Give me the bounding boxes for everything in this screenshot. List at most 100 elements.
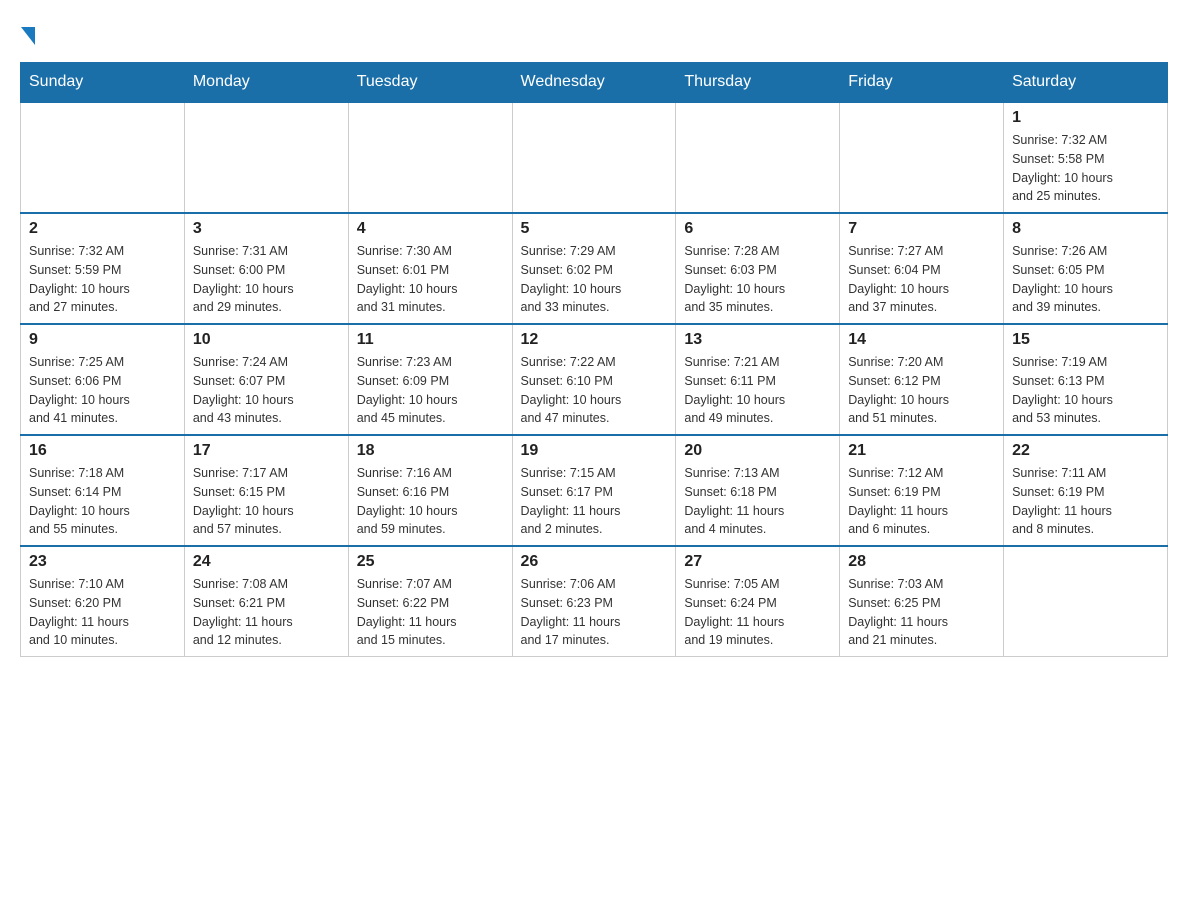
day-info: Sunrise: 7:05 AM Sunset: 6:24 PM Dayligh… (684, 575, 831, 650)
logo (20, 20, 36, 52)
day-number: 21 (848, 442, 995, 460)
day-number: 15 (1012, 331, 1159, 349)
day-info: Sunrise: 7:11 AM Sunset: 6:19 PM Dayligh… (1012, 464, 1159, 539)
calendar-day-cell: 17 Sunrise: 7:17 AM Sunset: 6:15 PM Dayli… (184, 435, 348, 546)
day-info: Sunrise: 7:12 AM Sunset: 6:19 PM Dayligh… (848, 464, 995, 539)
calendar-day-cell: 27 Sunrise: 7:05 AM Sunset: 6:24 PM Dayli… (676, 546, 840, 657)
day-info: Sunrise: 7:28 AM Sunset: 6:03 PM Dayligh… (684, 242, 831, 317)
calendar-day-cell: 25 Sunrise: 7:07 AM Sunset: 6:22 PM Dayli… (348, 546, 512, 657)
day-number: 27 (684, 553, 831, 571)
day-info: Sunrise: 7:07 AM Sunset: 6:22 PM Dayligh… (357, 575, 504, 650)
day-info: Sunrise: 7:22 AM Sunset: 6:10 PM Dayligh… (521, 353, 668, 428)
calendar-day-cell (348, 102, 512, 213)
calendar-day-cell: 7Sunrise: 7:27 AM Sunset: 6:04 PM Daylig… (840, 213, 1004, 324)
column-header-thursday: Thursday (676, 63, 840, 103)
calendar-day-cell: 23 Sunrise: 7:10 AM Sunset: 6:20 PM Dayli… (21, 546, 185, 657)
day-info: Sunrise: 7:32 AM Sunset: 5:59 PM Dayligh… (29, 242, 176, 317)
calendar-day-cell: 28 Sunrise: 7:03 AM Sunset: 6:25 PM Dayli… (840, 546, 1004, 657)
calendar-day-cell: 22 Sunrise: 7:11 AM Sunset: 6:19 PM Dayli… (1004, 435, 1168, 546)
day-number: 13 (684, 331, 831, 349)
day-info: Sunrise: 7:24 AM Sunset: 6:07 PM Dayligh… (193, 353, 340, 428)
calendar-day-cell: 8 Sunrise: 7:26 AM Sunset: 6:05 PM Daylig… (1004, 213, 1168, 324)
calendar-day-cell: 26 Sunrise: 7:06 AM Sunset: 6:23 PM Dayli… (512, 546, 676, 657)
day-number: 5 (521, 220, 668, 238)
day-number: 16 (29, 442, 176, 460)
calendar-day-cell: 24 Sunrise: 7:08 AM Sunset: 6:21 PM Dayli… (184, 546, 348, 657)
calendar-day-cell: 10 Sunrise: 7:24 AM Sunset: 6:07 PM Dayli… (184, 324, 348, 435)
calendar-day-cell: 2 Sunrise: 7:32 AM Sunset: 5:59 PM Daylig… (21, 213, 185, 324)
calendar-day-cell: 6 Sunrise: 7:28 AM Sunset: 6:03 PM Daylig… (676, 213, 840, 324)
day-number: 18 (357, 442, 504, 460)
day-info: Sunrise: 7:16 AM Sunset: 6:16 PM Dayligh… (357, 464, 504, 539)
column-header-saturday: Saturday (1004, 63, 1168, 103)
calendar-day-cell: 3 Sunrise: 7:31 AM Sunset: 6:00 PM Daylig… (184, 213, 348, 324)
day-info: Sunrise: 7:18 AM Sunset: 6:14 PM Dayligh… (29, 464, 176, 539)
day-number: 26 (521, 553, 668, 571)
calendar-week-row: 23 Sunrise: 7:10 AM Sunset: 6:20 PM Dayli… (21, 546, 1168, 657)
day-number: 14 (848, 331, 995, 349)
day-number: 28 (848, 553, 995, 571)
calendar-week-row: 1 Sunrise: 7:32 AM Sunset: 5:58 PM Daylig… (21, 102, 1168, 213)
day-info: Sunrise: 7:08 AM Sunset: 6:21 PM Dayligh… (193, 575, 340, 650)
page-header (20, 20, 1168, 52)
calendar-table: SundayMondayTuesdayWednesdayThursdayFrid… (20, 62, 1168, 657)
day-number: 4 (357, 220, 504, 238)
day-info: Sunrise: 7:06 AM Sunset: 6:23 PM Dayligh… (521, 575, 668, 650)
calendar-day-cell (184, 102, 348, 213)
day-number: 24 (193, 553, 340, 571)
day-number: 8 (1012, 220, 1159, 238)
calendar-day-cell: 4 Sunrise: 7:30 AM Sunset: 6:01 PM Daylig… (348, 213, 512, 324)
calendar-week-row: 16 Sunrise: 7:18 AM Sunset: 6:14 PM Dayli… (21, 435, 1168, 546)
column-header-monday: Monday (184, 63, 348, 103)
day-number: 20 (684, 442, 831, 460)
day-info: Sunrise: 7:21 AM Sunset: 6:11 PM Dayligh… (684, 353, 831, 428)
day-number: 12 (521, 331, 668, 349)
day-number: 3 (193, 220, 340, 238)
day-info: Sunrise: 7:31 AM Sunset: 6:00 PM Dayligh… (193, 242, 340, 317)
day-info: Sunrise: 7:13 AM Sunset: 6:18 PM Dayligh… (684, 464, 831, 539)
day-info: Sunrise: 7:26 AM Sunset: 6:05 PM Dayligh… (1012, 242, 1159, 317)
day-number: 7 (848, 220, 995, 238)
calendar-day-cell (1004, 546, 1168, 657)
day-info: Sunrise: 7:23 AM Sunset: 6:09 PM Dayligh… (357, 353, 504, 428)
calendar-day-cell (21, 102, 185, 213)
day-info: Sunrise: 7:17 AM Sunset: 6:15 PM Dayligh… (193, 464, 340, 539)
day-info: Sunrise: 7:10 AM Sunset: 6:20 PM Dayligh… (29, 575, 176, 650)
calendar-day-cell (840, 102, 1004, 213)
column-header-wednesday: Wednesday (512, 63, 676, 103)
calendar-day-cell: 20 Sunrise: 7:13 AM Sunset: 6:18 PM Dayli… (676, 435, 840, 546)
calendar-day-cell: 18 Sunrise: 7:16 AM Sunset: 6:16 PM Dayli… (348, 435, 512, 546)
day-number: 17 (193, 442, 340, 460)
day-number: 2 (29, 220, 176, 238)
day-number: 23 (29, 553, 176, 571)
column-header-tuesday: Tuesday (348, 63, 512, 103)
day-info: Sunrise: 7:29 AM Sunset: 6:02 PM Dayligh… (521, 242, 668, 317)
calendar-day-cell (512, 102, 676, 213)
logo-arrow-icon (21, 27, 35, 45)
calendar-day-cell: 16 Sunrise: 7:18 AM Sunset: 6:14 PM Dayli… (21, 435, 185, 546)
calendar-day-cell: 9Sunrise: 7:25 AM Sunset: 6:06 PM Daylig… (21, 324, 185, 435)
day-info: Sunrise: 7:30 AM Sunset: 6:01 PM Dayligh… (357, 242, 504, 317)
calendar-day-cell: 1 Sunrise: 7:32 AM Sunset: 5:58 PM Daylig… (1004, 102, 1168, 213)
calendar-day-cell: 15 Sunrise: 7:19 AM Sunset: 6:13 PM Dayli… (1004, 324, 1168, 435)
day-info: Sunrise: 7:25 AM Sunset: 6:06 PM Dayligh… (29, 353, 176, 428)
day-number: 25 (357, 553, 504, 571)
day-number: 10 (193, 331, 340, 349)
column-header-sunday: Sunday (21, 63, 185, 103)
calendar-day-cell: 5 Sunrise: 7:29 AM Sunset: 6:02 PM Daylig… (512, 213, 676, 324)
day-info: Sunrise: 7:32 AM Sunset: 5:58 PM Dayligh… (1012, 131, 1159, 206)
day-number: 1 (1012, 109, 1159, 127)
calendar-day-cell: 13 Sunrise: 7:21 AM Sunset: 6:11 PM Dayli… (676, 324, 840, 435)
day-info: Sunrise: 7:20 AM Sunset: 6:12 PM Dayligh… (848, 353, 995, 428)
calendar-day-cell: 11Sunrise: 7:23 AM Sunset: 6:09 PM Dayli… (348, 324, 512, 435)
day-info: Sunrise: 7:19 AM Sunset: 6:13 PM Dayligh… (1012, 353, 1159, 428)
calendar-day-cell (676, 102, 840, 213)
day-info: Sunrise: 7:15 AM Sunset: 6:17 PM Dayligh… (521, 464, 668, 539)
calendar-week-row: 9Sunrise: 7:25 AM Sunset: 6:06 PM Daylig… (21, 324, 1168, 435)
day-number: 22 (1012, 442, 1159, 460)
day-info: Sunrise: 7:03 AM Sunset: 6:25 PM Dayligh… (848, 575, 995, 650)
calendar-day-cell: 21 Sunrise: 7:12 AM Sunset: 6:19 PM Dayli… (840, 435, 1004, 546)
calendar-day-cell: 12 Sunrise: 7:22 AM Sunset: 6:10 PM Dayli… (512, 324, 676, 435)
calendar-day-cell: 14 Sunrise: 7:20 AM Sunset: 6:12 PM Dayli… (840, 324, 1004, 435)
day-number: 6 (684, 220, 831, 238)
